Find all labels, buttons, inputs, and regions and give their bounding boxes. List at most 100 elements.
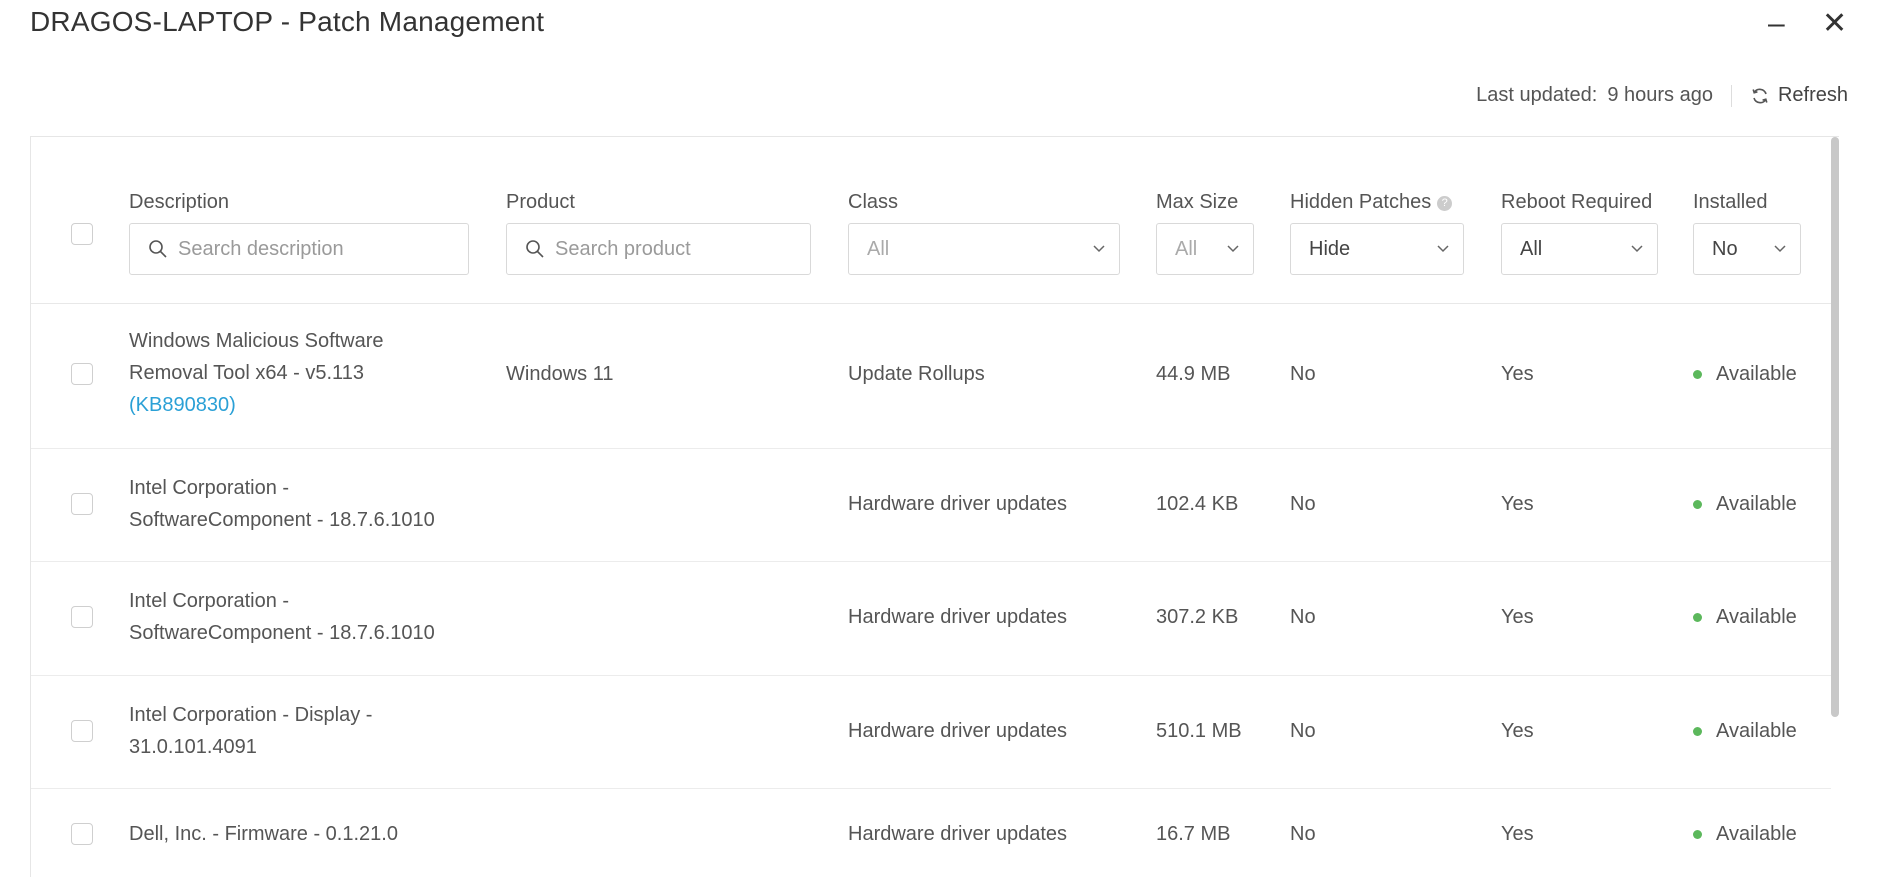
row-status: Available — [1693, 601, 1797, 633]
help-icon[interactable]: ? — [1437, 196, 1453, 211]
status-label: Available — [1716, 606, 1797, 628]
kb-link[interactable]: (KB890830) — [129, 389, 384, 421]
column-class: Class — [848, 191, 899, 213]
column-reboot-required: Reboot Required — [1501, 191, 1653, 213]
table-row[interactable]: Dell, Inc. - Firmware - 0.1.21.0 Hardwar… — [31, 788, 1831, 878]
row-hidden: No — [1290, 363, 1316, 385]
row-status: Available — [1693, 715, 1797, 747]
status-label: Available — [1716, 493, 1797, 515]
status-label: Available — [1716, 823, 1797, 845]
row-class: Hardware driver updates — [848, 493, 1067, 515]
row-reboot: Yes — [1501, 823, 1534, 845]
column-description: Description — [129, 191, 230, 213]
status-dot-icon — [1693, 369, 1702, 379]
product-search-field[interactable] — [506, 223, 811, 275]
table-row[interactable]: Intel Corporation - SoftwareComponent - … — [31, 561, 1831, 676]
hidden-patches-select[interactable]: Hide — [1290, 223, 1464, 275]
description-line: Windows Malicious Software — [129, 330, 384, 352]
chevron-down-icon — [1227, 245, 1239, 253]
chevron-down-icon — [1093, 245, 1105, 253]
row-description: Intel Corporation - Display - 31.0.101.4… — [129, 699, 372, 763]
description-line: Intel Corporation - — [129, 590, 290, 612]
max-size-select-value: All — [1175, 237, 1198, 260]
row-product: Windows 11 — [506, 363, 614, 385]
window-title: DRAGOS-LAPTOP - Patch Management — [30, 6, 545, 37]
status-dot-icon — [1693, 726, 1702, 736]
row-checkbox[interactable] — [71, 493, 93, 515]
refresh-label: Refresh — [1777, 84, 1848, 106]
last-updated-label: Last updated: — [1476, 84, 1598, 106]
row-checkbox[interactable] — [71, 606, 93, 628]
row-hidden: No — [1290, 493, 1316, 515]
row-class: Hardware driver updates — [848, 823, 1067, 845]
description-line: Intel Corporation - — [129, 477, 290, 499]
chevron-down-icon — [1437, 245, 1449, 253]
scrollbar[interactable] — [1831, 137, 1839, 717]
hidden-patches-label: Hidden Patches — [1290, 191, 1432, 213]
installed-select-value: No — [1712, 237, 1738, 260]
row-description: Intel Corporation - SoftwareComponent - … — [129, 472, 435, 536]
status-dot-icon — [1693, 612, 1702, 622]
row-reboot: Yes — [1501, 493, 1534, 515]
search-icon — [526, 240, 544, 258]
row-hidden: No — [1290, 823, 1316, 845]
search-icon — [149, 240, 167, 258]
class-select-value: All — [867, 237, 890, 260]
table-row[interactable]: Windows Malicious Software Removal Tool … — [31, 303, 1831, 449]
refresh-icon — [1752, 88, 1768, 103]
description-line: SoftwareComponent - 18.7.6.1010 — [129, 622, 435, 644]
row-checkbox[interactable] — [71, 823, 93, 845]
row-description: Windows Malicious Software Removal Tool … — [129, 325, 384, 421]
description-line: 31.0.101.4091 — [129, 736, 257, 758]
table-row[interactable]: Intel Corporation - Display - 31.0.101.4… — [31, 675, 1831, 789]
select-all-checkbox[interactable] — [71, 223, 93, 245]
column-hidden-patches: Hidden Patches? — [1290, 191, 1453, 214]
chevron-down-icon — [1774, 245, 1786, 253]
status-bar: Last updated: 9 hours ago Refresh — [1476, 84, 1848, 107]
description-line: Dell, Inc. - Firmware - 0.1.21.0 — [129, 823, 398, 845]
row-size: 102.4 KB — [1156, 493, 1239, 515]
row-reboot: Yes — [1501, 606, 1534, 628]
table-row[interactable]: Intel Corporation - SoftwareComponent - … — [31, 448, 1831, 562]
row-checkbox[interactable] — [71, 363, 93, 385]
row-reboot: Yes — [1501, 720, 1534, 742]
column-installed: Installed — [1693, 191, 1768, 213]
reboot-required-select-value: All — [1520, 237, 1543, 260]
column-max-size: Max Size — [1156, 191, 1239, 213]
row-status: Available — [1693, 358, 1797, 390]
row-status: Available — [1693, 488, 1797, 520]
status-dot-icon — [1693, 829, 1702, 839]
description-line: Intel Corporation - Display - — [129, 704, 373, 726]
description-line: SoftwareComponent - 18.7.6.1010 — [129, 509, 435, 531]
hidden-patches-select-value: Hide — [1309, 237, 1351, 260]
row-reboot: Yes — [1501, 363, 1534, 385]
description-search-field[interactable] — [129, 223, 469, 275]
description-search-input[interactable] — [176, 236, 436, 262]
row-size: 44.9 MB — [1156, 363, 1231, 385]
row-class: Hardware driver updates — [848, 606, 1067, 628]
row-size: 510.1 MB — [1156, 720, 1242, 742]
divider — [1730, 84, 1732, 107]
row-description: Intel Corporation - SoftwareComponent - … — [129, 585, 435, 649]
class-select[interactable]: All — [848, 223, 1120, 275]
column-product: Product — [506, 191, 575, 213]
close-button[interactable]: ✕ — [1822, 6, 1847, 42]
last-updated-value: 9 hours ago — [1607, 84, 1713, 106]
row-description: Dell, Inc. - Firmware - 0.1.21.0 — [129, 818, 398, 850]
description-line: Removal Tool x64 - v5.113 — [129, 362, 364, 384]
max-size-select[interactable]: All — [1156, 223, 1254, 275]
row-size: 307.2 KB — [1156, 606, 1239, 628]
minimize-button[interactable]: – — [1768, 6, 1785, 42]
chevron-down-icon — [1631, 245, 1643, 253]
row-class: Hardware driver updates — [848, 720, 1067, 742]
row-status: Available — [1693, 818, 1797, 850]
refresh-button[interactable]: Refresh — [1750, 84, 1848, 107]
row-checkbox[interactable] — [71, 720, 93, 742]
row-class: Update Rollups — [848, 363, 985, 385]
product-search-input[interactable] — [553, 236, 785, 262]
installed-select[interactable]: No — [1693, 223, 1801, 275]
reboot-required-select[interactable]: All — [1501, 223, 1658, 275]
row-hidden: No — [1290, 720, 1316, 742]
status-dot-icon — [1693, 499, 1702, 509]
patch-table: Description Product Class Max Size Hidde… — [30, 136, 1839, 877]
